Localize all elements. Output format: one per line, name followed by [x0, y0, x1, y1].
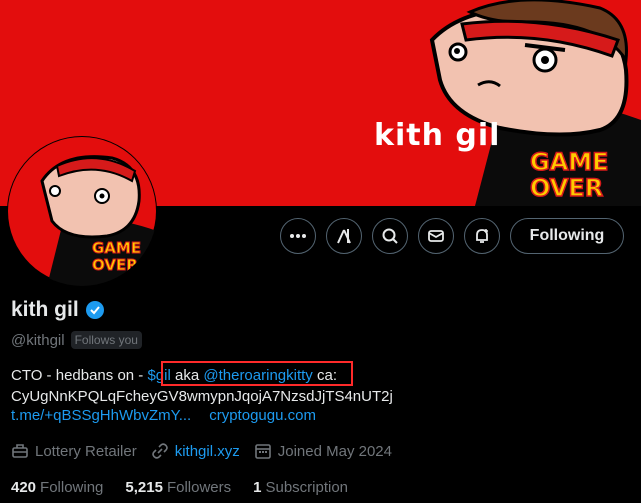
category-label: Lottery Retailer: [35, 442, 137, 460]
profile-actions: Following: [280, 218, 624, 260]
svg-text:GAME: GAME: [530, 148, 609, 176]
joined: Joined May 2024: [254, 442, 392, 460]
following-stat[interactable]: 420 Following: [11, 479, 103, 496]
following-count: 420: [11, 479, 37, 496]
category: Lottery Retailer: [11, 442, 137, 460]
handle-row: @kithgil Follows you: [11, 331, 142, 349]
notifications-button[interactable]: [464, 218, 500, 254]
display-name: kith gil: [11, 298, 79, 321]
envelope-icon: [428, 230, 444, 242]
telegram-link[interactable]: t.me/+qBSSgHhWbvZmY...: [11, 407, 191, 424]
calendar-icon: [254, 444, 271, 459]
bell-plus-icon: [476, 229, 488, 243]
banner-text: kith gil: [374, 118, 501, 153]
profile-name-row: kith gil: [11, 298, 105, 322]
joined-label: Joined May 2024: [277, 442, 392, 460]
link-icon: [151, 443, 168, 459]
bio-line-2: CyUgNnKPQLqFcheyGV8wmypnJqojA7NzsdJjTS4n…: [11, 388, 393, 405]
website: kithgil.xyz: [151, 442, 240, 460]
more-button[interactable]: [280, 218, 316, 254]
profile-meta: Lottery Retailer kithgil.xyz Joined May …: [11, 442, 406, 460]
website-link[interactable]: kithgil.xyz: [175, 443, 240, 460]
svg-text:GAME: GAME: [92, 239, 141, 257]
following-label: Following: [40, 479, 104, 496]
search-button[interactable]: [372, 218, 408, 254]
following-button[interactable]: Following: [510, 218, 624, 254]
follows-you-badge: Follows you: [70, 331, 142, 349]
avatar[interactable]: GAME OVER: [7, 136, 157, 286]
svg-text:OVER: OVER: [530, 174, 603, 202]
profile-stats: 420 Following 5,215 Followers 1 Subscriptio…: [11, 479, 348, 496]
avatar-art: GAME OVER: [8, 137, 157, 286]
followers-label: Followers: [166, 479, 232, 496]
search-icon: [382, 228, 398, 244]
grok-icon: [337, 229, 351, 244]
grok-button[interactable]: [326, 218, 362, 254]
verified-badge-icon[interactable]: [85, 300, 105, 320]
message-button[interactable]: [418, 218, 454, 254]
briefcase-icon: [12, 444, 28, 458]
bio-links: t.me/+qBSSgHhWbvZmY... cryptogugu.com: [11, 407, 316, 424]
highlight-box: [161, 361, 353, 386]
handle: @kithgil: [11, 331, 65, 349]
subscription-label: Subscription: [265, 479, 349, 496]
subscription-count: 1: [253, 479, 262, 496]
subscription-stat[interactable]: 1 Subscription: [253, 479, 348, 496]
website-link-bio[interactable]: cryptogugu.com: [209, 407, 316, 424]
followers-stat[interactable]: 5,215 Followers: [125, 479, 231, 496]
bio-prefix: CTO - hedbans on -: [11, 367, 148, 384]
followers-count: 5,215: [125, 479, 163, 496]
more-horizontal-icon: [290, 234, 306, 238]
svg-text:OVER: OVER: [92, 256, 138, 274]
